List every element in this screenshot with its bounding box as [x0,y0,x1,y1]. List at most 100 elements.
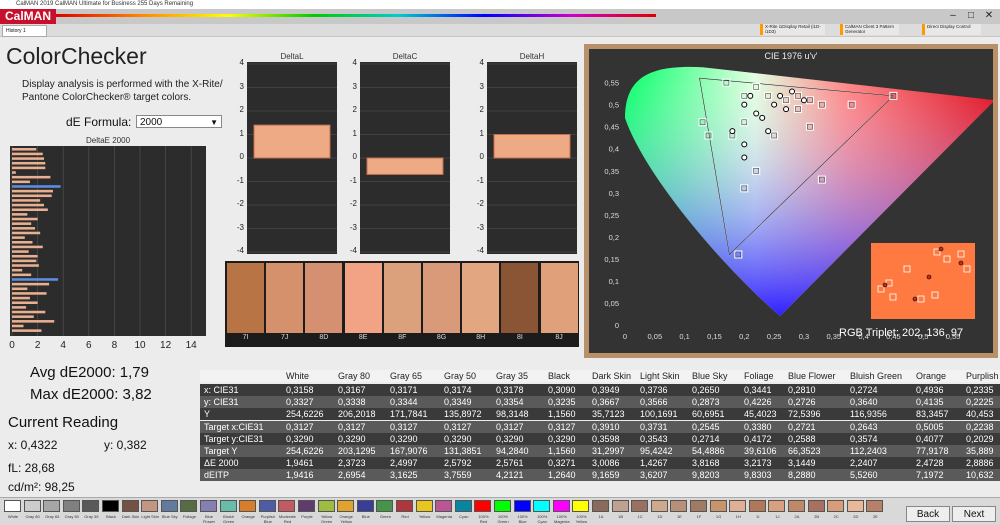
color-swatch[interactable] [219,500,237,512]
patch-strip: 7I 7J 8D 8E 8F 8G 8H 8I 8J [225,261,579,347]
table-row: Target x:CIE31 0,3127 0,3127 0,3127 0,3127 0,… [200,420,1000,433]
maximize-button[interactable]: □ [962,9,980,23]
de2000-x-tick: 14 [185,340,197,351]
delta-y-tick: 2 [239,105,244,114]
color-swatch[interactable] [376,500,394,512]
color-swatch[interactable] [23,500,41,512]
color-swatch[interactable] [670,500,688,512]
table-cell: 4,2121 [496,470,524,481]
color-swatch[interactable] [768,500,786,512]
swatch-label: 100% Cyan [537,514,548,524]
color-swatch[interactable] [807,500,825,512]
back-label: Back [916,509,940,520]
row-label: Target y:CIE31 [204,433,264,444]
color-swatch[interactable] [121,500,139,512]
cie-y-tick: 0,3 [609,189,619,198]
color-swatch[interactable] [709,500,727,512]
cie-x-tick: 0,1 [679,332,689,341]
color-swatch[interactable] [552,500,570,512]
close-button[interactable]: ✕ [980,9,998,23]
color-swatch[interactable] [592,500,609,512]
color-swatch[interactable] [788,500,805,512]
delta-y-tick: -1 [349,175,357,185]
color-swatch[interactable] [435,500,453,512]
column-header: Gray 80 [338,371,371,381]
max-de2000: Max dE2000: 3,82 [30,386,152,403]
color-swatch[interactable] [258,500,276,512]
de2000-bar [12,306,27,309]
color-swatch[interactable] [102,500,119,512]
back-button[interactable]: Back [906,506,950,522]
cie-measured-point [741,154,748,161]
swatch-label: 1G [715,514,722,519]
table-cell: 2,8886 [966,458,994,469]
color-swatch[interactable] [650,500,668,512]
color-swatch[interactable] [572,500,590,512]
color-swatch[interactable] [160,500,178,512]
delta-y-tick: -2 [476,199,484,208]
table-cell: 0,2714 [692,433,720,444]
color-swatch[interactable] [317,500,335,512]
color-swatch[interactable] [82,500,100,512]
color-swatch[interactable] [415,500,433,512]
color-swatch[interactable] [866,500,884,512]
color-swatch[interactable] [337,500,355,512]
table-row: Target y:CIE31 0,3290 0,3290 0,3290 0,3290 0,… [200,432,1000,445]
color-swatch[interactable] [846,500,864,512]
de-formula-select[interactable]: 2000 ▼ [136,115,222,128]
table-cell: 131,3851 [444,446,482,456]
color-swatch[interactable] [827,500,845,512]
color-swatch[interactable] [356,500,374,512]
color-swatch[interactable] [494,500,511,512]
cie-x-tick: 0,35 [826,332,841,341]
color-swatch[interactable] [729,500,747,512]
table-cell: 0,3235 [548,397,576,408]
table-cell: 9,1659 [592,470,620,481]
color-swatch[interactable] [141,500,159,512]
patch-label: 8H [476,334,486,341]
reading-fl: fL: 28,68 [8,461,55,475]
color-swatch[interactable] [513,500,531,512]
color-swatch[interactable] [631,500,649,512]
color-swatch[interactable] [62,500,80,512]
table-cell: 39,6106 [744,446,777,456]
table-cell: 0,3949 [592,385,620,395]
swatch-label: Dark Skin [121,514,140,519]
color-swatch[interactable] [396,500,413,512]
device-meter[interactable]: X-Rite i1Display Retail (i1D-i1D3) [760,24,825,35]
next-button[interactable]: Next [952,506,996,522]
table-cell: 0,3271 [548,458,576,469]
patch-label: 7J [280,334,289,341]
swatch-label: Red [401,514,409,519]
patch-label: 8F [398,334,407,341]
color-swatch[interactable] [43,500,61,512]
color-swatch[interactable] [611,500,629,512]
color-swatch[interactable] [180,500,198,512]
table-cell: 0,3667 [592,397,620,408]
table-cell: 254,6226 [286,409,324,420]
color-swatch[interactable] [239,500,257,512]
color-patch [540,263,578,333]
color-swatch[interactable] [690,500,707,512]
delta-y-tick: 0 [239,152,244,161]
column-header: Dark Skin [592,371,632,381]
device-pattern-generator[interactable]: CalMAN Client 3 Pattern Generator [840,24,899,35]
color-swatch[interactable] [200,500,217,512]
minimize-button[interactable]: – [944,9,962,23]
de2000-bar [12,171,16,174]
swatch-label: Yellow Green [320,514,333,524]
color-swatch[interactable] [474,500,492,512]
color-swatch[interactable] [454,500,472,512]
patch-label: 8G [436,334,447,341]
cie-x-tick: 0,5 [918,332,928,341]
color-swatch[interactable] [278,500,296,512]
color-swatch[interactable] [533,500,551,512]
color-swatch[interactable] [748,500,766,512]
device-display-control[interactable]: Direct Display Control [922,24,981,35]
delta-chart-title: DeltaC [392,52,418,61]
color-swatch[interactable] [4,500,21,512]
reading-cdm2: cd/m²: 98,25 [8,480,75,494]
tab-history[interactable]: History 1 [2,25,47,37]
cie-title: CIE 1976 u'v' [765,51,818,61]
color-swatch[interactable] [298,500,315,512]
